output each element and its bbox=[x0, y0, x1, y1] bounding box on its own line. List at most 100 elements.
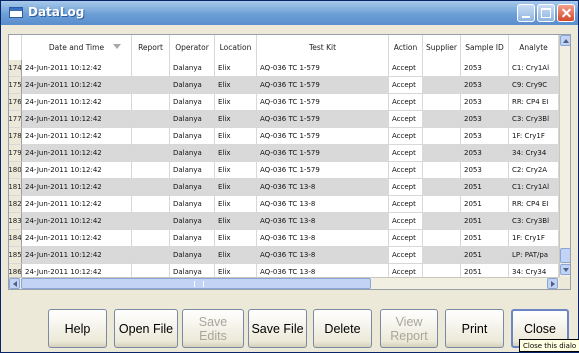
cell-date-and-time[interactable]: 24-Jun-2011 10:12:42 bbox=[22, 111, 132, 128]
cell-analyte[interactable]: C3: Cry3Bl bbox=[509, 213, 559, 230]
row-number[interactable]: 180 bbox=[9, 162, 22, 179]
table-row[interactable]: 177 24-Jun-2011 10:12:42 Dalanya Elix AQ-036… bbox=[9, 111, 559, 128]
cell-report[interactable] bbox=[132, 145, 170, 162]
cell-test-kit[interactable]: AQ-036 TC 13-8 bbox=[257, 213, 389, 230]
horizontal-scroll-thumb[interactable] bbox=[21, 278, 371, 289]
cell-supplier[interactable] bbox=[423, 60, 461, 77]
cell-report[interactable] bbox=[132, 230, 170, 247]
scroll-up-icon[interactable] bbox=[560, 35, 570, 46]
cell-location[interactable]: Elix bbox=[215, 179, 257, 196]
cell-analyte[interactable]: 34: Cry34 bbox=[509, 145, 559, 162]
print-button[interactable]: Print bbox=[445, 309, 504, 348]
cell-operator[interactable]: Dalanya bbox=[170, 111, 215, 128]
cell-supplier[interactable] bbox=[423, 162, 461, 179]
row-number[interactable]: 185 bbox=[9, 247, 22, 264]
cell-location[interactable]: Elix bbox=[215, 162, 257, 179]
cell-location[interactable]: Elix bbox=[215, 230, 257, 247]
cell-sample-id[interactable]: 2051 bbox=[461, 196, 509, 213]
cell-operator[interactable]: Dalanya bbox=[170, 162, 215, 179]
cell-action[interactable]: Accept bbox=[389, 213, 423, 230]
cell-report[interactable] bbox=[132, 77, 170, 94]
row-number[interactable]: 183 bbox=[9, 213, 22, 230]
cell-location[interactable]: Elix bbox=[215, 128, 257, 145]
cell-action[interactable]: Accept bbox=[389, 179, 423, 196]
cell-date-and-time[interactable]: 24-Jun-2011 10:12:42 bbox=[22, 94, 132, 111]
cell-supplier[interactable] bbox=[423, 94, 461, 111]
cell-supplier[interactable] bbox=[423, 77, 461, 94]
cell-test-kit[interactable]: AQ-036 TC 1-579 bbox=[257, 145, 389, 162]
table-row[interactable]: 183 24-Jun-2011 10:12:42 Dalanya Elix AQ-036… bbox=[9, 213, 559, 230]
cell-supplier[interactable] bbox=[423, 179, 461, 196]
open-file-button[interactable]: Open File bbox=[114, 309, 178, 348]
cell-sample-id[interactable]: 2051 bbox=[461, 179, 509, 196]
cell-action[interactable]: Accept bbox=[389, 77, 423, 94]
cell-test-kit[interactable]: AQ-036 TC 13-8 bbox=[257, 196, 389, 213]
cell-supplier[interactable] bbox=[423, 230, 461, 247]
cell-date-and-time[interactable]: 24-Jun-2011 10:12:42 bbox=[22, 128, 132, 145]
cell-location[interactable]: Elix bbox=[215, 111, 257, 128]
table-row[interactable]: 175 24-Jun-2011 10:12:42 Dalanya Elix AQ-036… bbox=[9, 77, 559, 94]
cell-sample-id[interactable]: 2051 bbox=[461, 247, 509, 264]
cell-location[interactable]: Elix bbox=[215, 77, 257, 94]
help-button[interactable]: Help bbox=[48, 309, 107, 348]
scroll-left-icon[interactable] bbox=[9, 278, 20, 289]
cell-date-and-time[interactable]: 24-Jun-2011 10:12:42 bbox=[22, 145, 132, 162]
cell-operator[interactable]: Dalanya bbox=[170, 230, 215, 247]
table-row[interactable]: 176 24-Jun-2011 10:12:42 Dalanya Elix AQ-036… bbox=[9, 94, 559, 111]
row-number[interactable]: 184 bbox=[9, 230, 22, 247]
cell-analyte[interactable]: RR: CP4 EI bbox=[509, 196, 559, 213]
table-row[interactable]: 184 24-Jun-2011 10:12:42 Dalanya Elix AQ-036… bbox=[9, 230, 559, 247]
view-report-button[interactable]: View Report bbox=[380, 309, 438, 348]
cell-action[interactable]: Accept bbox=[389, 145, 423, 162]
cell-report[interactable] bbox=[132, 213, 170, 230]
cell-date-and-time[interactable]: 24-Jun-2011 10:12:42 bbox=[22, 77, 132, 94]
cell-analyte[interactable]: C2: Cry2A bbox=[509, 162, 559, 179]
cell-test-kit[interactable]: AQ-036 TC 1-579 bbox=[257, 60, 389, 77]
cell-test-kit[interactable]: AQ-036 TC 13-8 bbox=[257, 247, 389, 264]
cell-supplier[interactable] bbox=[423, 213, 461, 230]
table-row[interactable]: 180 24-Jun-2011 10:12:42 Dalanya Elix AQ-036… bbox=[9, 162, 559, 179]
cell-report[interactable] bbox=[132, 128, 170, 145]
header-analyte[interactable]: Analyte bbox=[509, 35, 559, 60]
cell-action[interactable]: Accept bbox=[389, 128, 423, 145]
cell-location[interactable]: Elix bbox=[215, 247, 257, 264]
cell-sample-id[interactable]: 2053 bbox=[461, 60, 509, 77]
save-file-button[interactable]: Save File bbox=[248, 309, 307, 348]
table-row[interactable]: 182 24-Jun-2011 10:12:42 Dalanya Elix AQ-036… bbox=[9, 196, 559, 213]
cell-operator[interactable]: Dalanya bbox=[170, 77, 215, 94]
row-number[interactable]: 182 bbox=[9, 196, 22, 213]
cell-action[interactable]: Accept bbox=[389, 162, 423, 179]
cell-analyte[interactable]: C3: Cry3Bl bbox=[509, 111, 559, 128]
cell-operator[interactable]: Dalanya bbox=[170, 179, 215, 196]
cell-operator[interactable]: Dalanya bbox=[170, 145, 215, 162]
table-row[interactable]: 174 24-Jun-2011 10:12:42 Dalanya Elix AQ-036… bbox=[9, 60, 559, 77]
header-date-and-time[interactable]: Date and Time bbox=[22, 35, 132, 60]
cell-location[interactable]: Elix bbox=[215, 94, 257, 111]
cell-sample-id[interactable]: 2053 bbox=[461, 111, 509, 128]
cell-test-kit[interactable]: AQ-036 TC 1-579 bbox=[257, 162, 389, 179]
cell-analyte[interactable]: C9: Cry9C bbox=[509, 77, 559, 94]
header-action[interactable]: Action bbox=[389, 35, 423, 60]
cell-sample-id[interactable]: 2051 bbox=[461, 213, 509, 230]
save-edits-button[interactable]: Save Edits bbox=[182, 309, 244, 348]
row-number[interactable]: 178 bbox=[9, 128, 22, 145]
cell-supplier[interactable] bbox=[423, 196, 461, 213]
cell-action[interactable]: Accept bbox=[389, 94, 423, 111]
table-row[interactable]: 185 24-Jun-2011 10:12:42 Dalanya Elix AQ-036… bbox=[9, 247, 559, 264]
cell-location[interactable]: Elix bbox=[215, 196, 257, 213]
scroll-down-icon[interactable] bbox=[560, 264, 570, 275]
header-location[interactable]: Location bbox=[215, 35, 257, 60]
horizontal-scrollbar[interactable] bbox=[9, 277, 559, 289]
cell-date-and-time[interactable]: 24-Jun-2011 10:12:42 bbox=[22, 60, 132, 77]
header-operator[interactable]: Operator bbox=[170, 35, 215, 60]
cell-location[interactable]: Elix bbox=[215, 145, 257, 162]
cell-test-kit[interactable]: AQ-036 TC 1-579 bbox=[257, 128, 389, 145]
cell-sample-id[interactable]: 2053 bbox=[461, 162, 509, 179]
cell-test-kit[interactable]: AQ-036 TC 13-8 bbox=[257, 230, 389, 247]
table-row[interactable]: 181 24-Jun-2011 10:12:42 Dalanya Elix AQ-036… bbox=[9, 179, 559, 196]
cell-date-and-time[interactable]: 24-Jun-2011 10:12:42 bbox=[22, 162, 132, 179]
cell-location[interactable]: Elix bbox=[215, 213, 257, 230]
cell-report[interactable] bbox=[132, 94, 170, 111]
maximize-button[interactable] bbox=[537, 4, 555, 22]
row-number[interactable]: 179 bbox=[9, 145, 22, 162]
